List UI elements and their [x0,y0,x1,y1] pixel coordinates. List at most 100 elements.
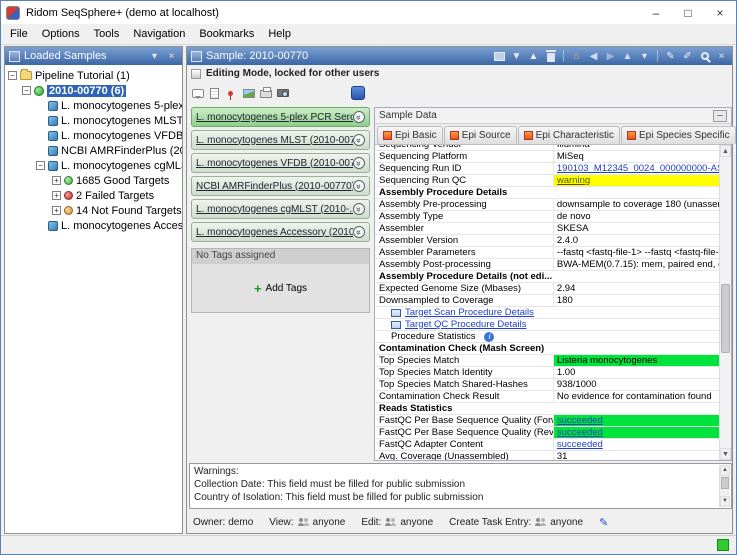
qc-warning-link[interactable]: warning [557,175,590,186]
upload-icon[interactable]: ▲ [527,51,540,62]
table-row: Sequencing Run ID 190103_M12345_0024_000… [375,163,719,175]
tab-epi-species-specific[interactable]: Epi Species Specific [620,126,736,144]
target-qc-details-link[interactable]: Target QC Procedure Details [405,319,526,330]
edit-permissions-icon[interactable]: ✎ [599,516,608,529]
tab-epi-characteristic[interactable]: Epi Characteristic [517,126,620,144]
task-button-amrfinder[interactable]: NCBI AMRFinderPlus (2010-00770) » [191,176,370,196]
chevron-down-icon[interactable]: » [353,226,365,238]
menu-tools[interactable]: Tools [87,26,127,42]
menu-options[interactable]: Options [35,26,87,42]
create-task-entry-label: Create Task Entry: [449,516,532,528]
table-scrollbar[interactable]: ▲ ▼ [719,145,731,460]
procedure-table: Sequencing Vendor Illumina Sequencing Pl… [375,145,731,460]
task-button-mlst[interactable]: L. monocytogenes MLST (2010-00770) » [191,130,370,150]
tab-epi-basic[interactable]: Epi Basic [377,126,443,144]
tags-header: No Tags assigned [192,249,369,264]
create-task-entry-value: anyone [550,516,584,528]
comment-icon[interactable] [191,88,204,99]
menu-bookmarks[interactable]: Bookmarks [192,26,261,42]
tab-epi-source[interactable]: Epi Source [443,126,517,144]
delete-icon[interactable] [544,49,557,62]
fastqc-reverse-link[interactable]: succeeded [557,427,603,438]
search-icon[interactable] [698,52,711,60]
tree-item-cgmlst[interactable]: − L. monocytogenes cgMLST (2010-00 [5,158,182,173]
task-icon [48,145,58,156]
fastqc-forward-link[interactable]: succeeded [557,415,603,426]
home-icon[interactable]: ⌂ [570,51,583,62]
menu-file[interactable]: File [3,26,35,42]
up-nav-icon[interactable]: ▲ [621,51,634,62]
scroll-up-icon[interactable]: ▲ [720,145,731,157]
info-icon[interactable]: i [484,331,495,342]
task-entry-icon[interactable]: ✐ [681,51,694,62]
tree-item-good-targets[interactable]: + 1685 Good Targets [5,173,182,188]
camera-icon[interactable] [276,89,289,97]
tree-item-vfdb[interactable]: L. monocytogenes VFDB (2010-0077 [5,128,182,143]
tree-item-5plex[interactable]: L. monocytogenes 5-plex PCR Serog [5,98,182,113]
print-icon[interactable] [259,87,272,98]
collapse-expander-icon[interactable]: − [22,86,31,95]
tree-item-mlst[interactable]: L. monocytogenes MLST (2010-0077 [5,113,182,128]
minimize-button[interactable]: – [640,1,672,24]
chevron-down-icon[interactable]: » [353,203,365,215]
menu-navigation[interactable]: Navigation [126,26,192,42]
section-row: Assembly Procedure Details (not edi... [375,271,719,283]
close-button[interactable]: × [704,1,736,24]
back-icon[interactable]: ◀ [587,51,600,62]
add-icon: + [253,280,262,296]
image-icon[interactable] [242,88,255,98]
expand-icon[interactable]: + [52,206,61,215]
chevron-down-icon[interactable]: » [353,134,365,146]
tree-item-sample-selected[interactable]: − 2010-00770 (6) [5,83,182,98]
collapse-panel-icon[interactable]: ─ [713,109,727,122]
tree-item-accessory[interactable]: L. monocytogenes Accessory (2010- [5,218,182,233]
task-button-cgmlst[interactable]: L. monocytogenes cgMLST (2010-... » [191,199,370,219]
scroll-up-icon[interactable]: ▲ [720,465,730,476]
epi-icon [523,131,533,140]
tree-item-amrfinder[interactable]: NCBI AMRFinderPlus (2010-00770) [5,143,182,158]
tree-item-failed-targets[interactable]: + 2 Failed Targets [5,188,182,203]
pin-icon[interactable] [225,90,238,100]
main-area: Loaded Samples ▾ × − Pipeline Tutorial (… [1,45,737,535]
menu-help[interactable]: Help [261,26,298,42]
chevron-down-icon[interactable]: » [353,157,365,169]
run-id-link[interactable]: 190103_M12345_0024_000000000-ASY71 [557,163,719,174]
warnings-scrollbar[interactable]: ▲ ▼ [719,465,730,507]
tree-item-notfound-targets[interactable]: + 14 Not Found Targets [5,203,182,218]
scroll-down-icon[interactable]: ▼ [720,496,730,507]
expand-icon[interactable]: + [52,176,61,185]
download-icon[interactable]: ▼ [510,51,523,62]
task-icon [48,100,58,111]
task-button-5plex[interactable]: L. monocytogenes 5-plex PCR Sero... » [191,107,370,127]
expand-icon[interactable]: + [52,191,61,200]
fastqc-adapter-link[interactable]: succeeded [557,439,603,450]
molecule-icon[interactable] [351,86,365,100]
close-sample-icon[interactable]: × [715,51,728,62]
table-row: FastQC Per Base Sequence Quality (Forw..… [375,415,719,427]
nav-dropdown-icon[interactable]: ▾ [638,51,651,62]
maximize-button[interactable]: □ [672,1,704,24]
scrollbar-thumb[interactable] [721,283,730,353]
screen-icon[interactable] [493,51,506,61]
app-icon [6,5,20,20]
add-tags-button[interactable]: Add Tags [266,283,308,294]
panel-close-icon[interactable]: × [165,51,178,62]
tree-item-pipeline-tutorial[interactable]: − Pipeline Tutorial (1) [5,68,182,83]
table-row: Top Species Match Identity 1.00 [375,367,719,379]
loaded-samples-title: Loaded Samples [24,50,107,62]
scrollbar-thumb[interactable] [721,477,729,489]
scroll-down-icon[interactable]: ▼ [720,448,731,460]
chevron-down-icon[interactable]: » [353,111,365,123]
panel-menu-icon[interactable]: ▾ [148,51,161,62]
target-scan-details-link[interactable]: Target Scan Procedure Details [405,307,534,318]
collapse-expander-icon[interactable]: − [36,161,45,170]
status-bar [1,535,736,554]
forward-icon[interactable]: ▶ [604,51,617,62]
collapse-expander-icon[interactable]: − [8,71,17,80]
task-button-vfdb[interactable]: L. monocytogenes VFDB (2010-00770) » [191,153,370,173]
chevron-down-icon[interactable]: » [353,180,365,192]
table-row: Downsampled to Coverage 180 [375,295,719,307]
signature-icon[interactable]: ✎ [664,51,677,62]
task-button-accessory[interactable]: L. monocytogenes Accessory (2010... » [191,222,370,242]
note-icon[interactable] [208,87,221,99]
